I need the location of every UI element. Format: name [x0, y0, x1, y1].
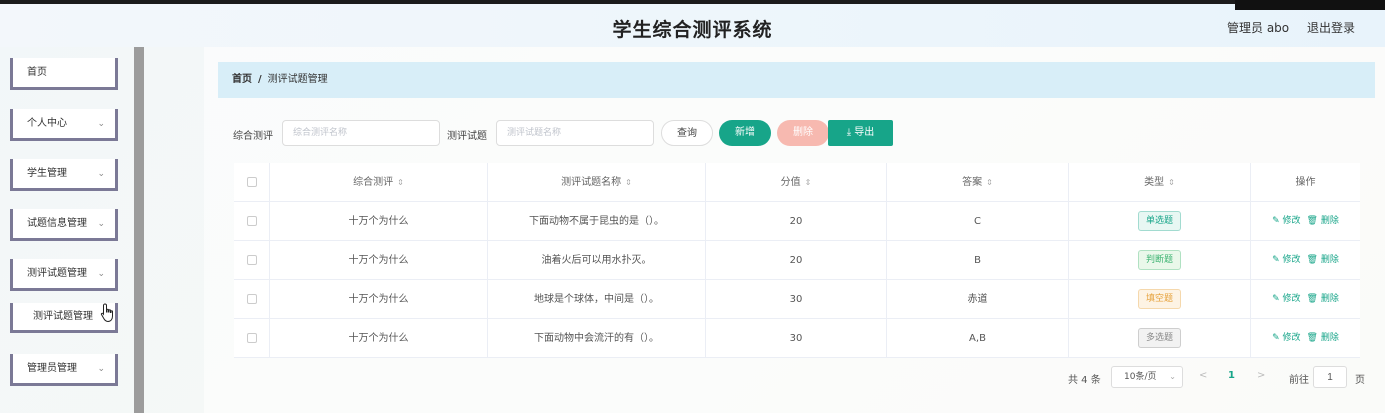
breadcrumb-separator: /: [258, 74, 262, 85]
edit-button[interactable]: ✎ 修改: [1272, 333, 1300, 343]
question-filter-label: 测评试题: [447, 131, 487, 142]
sidebar-item-home[interactable]: 首页: [10, 58, 118, 90]
cell-score: 30: [706, 319, 887, 358]
prev-page-button[interactable]: <: [1199, 370, 1207, 381]
chevron-down-icon: ⌄: [97, 269, 105, 279]
sidebar-scrollbar[interactable]: [134, 47, 144, 413]
row-delete-button[interactable]: 🗑 删除: [1307, 255, 1339, 265]
cell-question: 地球是个球体，中间是（）。: [488, 280, 706, 319]
cell-answer: C: [887, 202, 1069, 241]
cell-answer: 赤道: [887, 280, 1069, 319]
table-row: 十万个为什么 下面动物中会流汗的有（）。 30 A,B 多选题 ✎ 修改 🗑 删除: [234, 319, 1360, 358]
table-header-row: 综合测评 ⇕ 测评试题名称 ⇕ 分值 ⇕ 答案 ⇕ 类型 ⇕ 操作: [234, 163, 1360, 202]
page-size-select[interactable]: 10条/页 ⌄: [1111, 366, 1183, 388]
row-delete-button[interactable]: 🗑 删除: [1307, 294, 1339, 304]
chevron-down-icon: ⌄: [97, 364, 105, 374]
cell-eval: 十万个为什么: [270, 241, 488, 280]
edit-button[interactable]: ✎ 修改: [1272, 216, 1300, 226]
row-checkbox[interactable]: [246, 333, 257, 343]
delete-button[interactable]: 删除: [777, 120, 829, 146]
cell-question: 下面动物中会流汗的有（）。: [488, 319, 706, 358]
cell-score: 30: [706, 280, 887, 319]
sidebar-item-label: 试题信息管理: [27, 218, 87, 229]
table-row: 十万个为什么 油着火后可以用水扑灭。 20 B 判断题 ✎ 修改 🗑 删除: [234, 241, 1360, 280]
query-button[interactable]: 查询: [661, 120, 713, 146]
sidebar-item-label: 测评试题管理: [27, 268, 87, 279]
chevron-down-icon: ⌄: [97, 169, 105, 179]
breadcrumb: 首页 / 测评试题管理: [218, 62, 1375, 98]
sidebar-item-personal-center[interactable]: 个人中心 ⌄: [10, 109, 118, 141]
sort-icon: ⇕: [804, 178, 812, 187]
current-user-label: 管理员 abo: [1227, 21, 1290, 35]
cell-question: 下面动物不属于昆虫的是（）。: [488, 202, 706, 241]
type-tag: 填空题: [1137, 289, 1181, 309]
window-corner: [1235, 0, 1385, 10]
header-ops: 操作: [1295, 177, 1316, 188]
sidebar-item-label: 学生管理: [27, 168, 67, 179]
row-checkbox[interactable]: [246, 255, 257, 265]
eval-filter-label: 综合测评: [233, 131, 273, 142]
edit-button[interactable]: ✎ 修改: [1272, 255, 1300, 265]
goto-page-input[interactable]: [1313, 366, 1347, 388]
sidebar: 首页 个人中心 ⌄ 学生管理 ⌄ 试题信息管理 ⌄ 测评试题管理 ⌄ 测评试题管…: [0, 47, 134, 413]
next-page-button[interactable]: >: [1257, 370, 1265, 381]
logout-link[interactable]: 退出登录: [1307, 21, 1355, 35]
chevron-down-icon: ⌄: [97, 219, 105, 229]
breadcrumb-current: 测评试题管理: [267, 74, 328, 85]
row-delete-button[interactable]: 🗑 删除: [1307, 216, 1339, 226]
row-delete-button[interactable]: 🗑 删除: [1307, 333, 1339, 343]
header-type[interactable]: 类型 ⇕: [1069, 163, 1251, 202]
cell-answer: B: [887, 241, 1069, 280]
cell-eval: 十万个为什么: [270, 319, 488, 358]
row-checkbox[interactable]: [246, 294, 257, 304]
breadcrumb-home[interactable]: 首页: [232, 74, 252, 85]
sort-icon: ⇕: [986, 178, 993, 187]
type-tag: 单选题: [1137, 211, 1181, 231]
user-info: 管理员 abo 退出登录: [1213, 19, 1355, 36]
header-answer[interactable]: 答案 ⇕: [887, 163, 1069, 202]
header: 学生综合测评系统 管理员 abo 退出登录: [0, 4, 1385, 47]
sidebar-item-question-info-management[interactable]: 试题信息管理 ⌄: [10, 209, 118, 241]
sidebar-item-student-management[interactable]: 学生管理 ⌄: [10, 159, 118, 191]
sidebar-item-label: 管理员管理: [27, 363, 77, 374]
export-button[interactable]: ⤓ 导出: [828, 120, 893, 146]
header-question[interactable]: 测评试题名称 ⇕: [488, 163, 706, 202]
cell-eval: 十万个为什么: [270, 280, 488, 319]
sidebar-item-label: 首页: [27, 67, 47, 78]
pagination-total: 共 4 条: [1068, 375, 1101, 386]
sidebar-item-label: 个人中心: [27, 118, 67, 129]
page-number-current[interactable]: 1: [1228, 370, 1235, 381]
sort-icon: ⇕: [625, 178, 632, 187]
edit-button[interactable]: ✎ 修改: [1272, 294, 1300, 304]
chevron-down-icon: ⌄: [97, 119, 105, 129]
type-tag: 多选题: [1137, 328, 1181, 348]
header-eval[interactable]: 综合测评 ⇕: [270, 163, 488, 202]
sidebar-item-admin-management[interactable]: 管理员管理 ⌄: [10, 354, 118, 386]
cell-score: 20: [706, 202, 887, 241]
header-score[interactable]: 分值 ⇕: [706, 163, 887, 202]
cell-answer: A,B: [887, 319, 1069, 358]
sidebar-item-label: 测评试题管理: [33, 311, 93, 322]
table-row: 十万个为什么 地球是个球体，中间是（）。 30 赤道 填空题 ✎ 修改 🗑 删除: [234, 280, 1360, 319]
sidebar-item-eval-question-management[interactable]: 测评试题管理 ⌄: [10, 259, 118, 291]
sort-icon: ⇕: [1168, 178, 1175, 187]
cell-eval: 十万个为什么: [270, 202, 488, 241]
cell-score: 20: [706, 241, 887, 280]
question-search-input[interactable]: [496, 120, 654, 146]
hand-pointer-icon: [100, 303, 113, 323]
table-row: 十万个为什么 下面动物不属于昆虫的是（）。 20 C 单选题 ✎ 修改 🗑 删除: [234, 202, 1360, 241]
page-suffix: 页: [1355, 375, 1365, 386]
app-title: 学生综合测评系统: [612, 19, 773, 41]
type-tag: 判断题: [1137, 250, 1181, 270]
goto-label: 前往: [1289, 375, 1309, 386]
add-button[interactable]: 新增: [719, 120, 771, 146]
row-checkbox[interactable]: [246, 216, 257, 226]
chevron-down-icon: ⌄: [1169, 372, 1176, 381]
eval-search-input[interactable]: [282, 120, 440, 146]
select-all-checkbox[interactable]: [246, 177, 257, 187]
cell-question: 油着火后可以用水扑灭。: [488, 241, 706, 280]
questions-table: 综合测评 ⇕ 测评试题名称 ⇕ 分值 ⇕ 答案 ⇕ 类型 ⇕ 操作 十万个为什么 下面动物…: [234, 163, 1360, 358]
sort-icon: ⇕: [397, 178, 404, 187]
